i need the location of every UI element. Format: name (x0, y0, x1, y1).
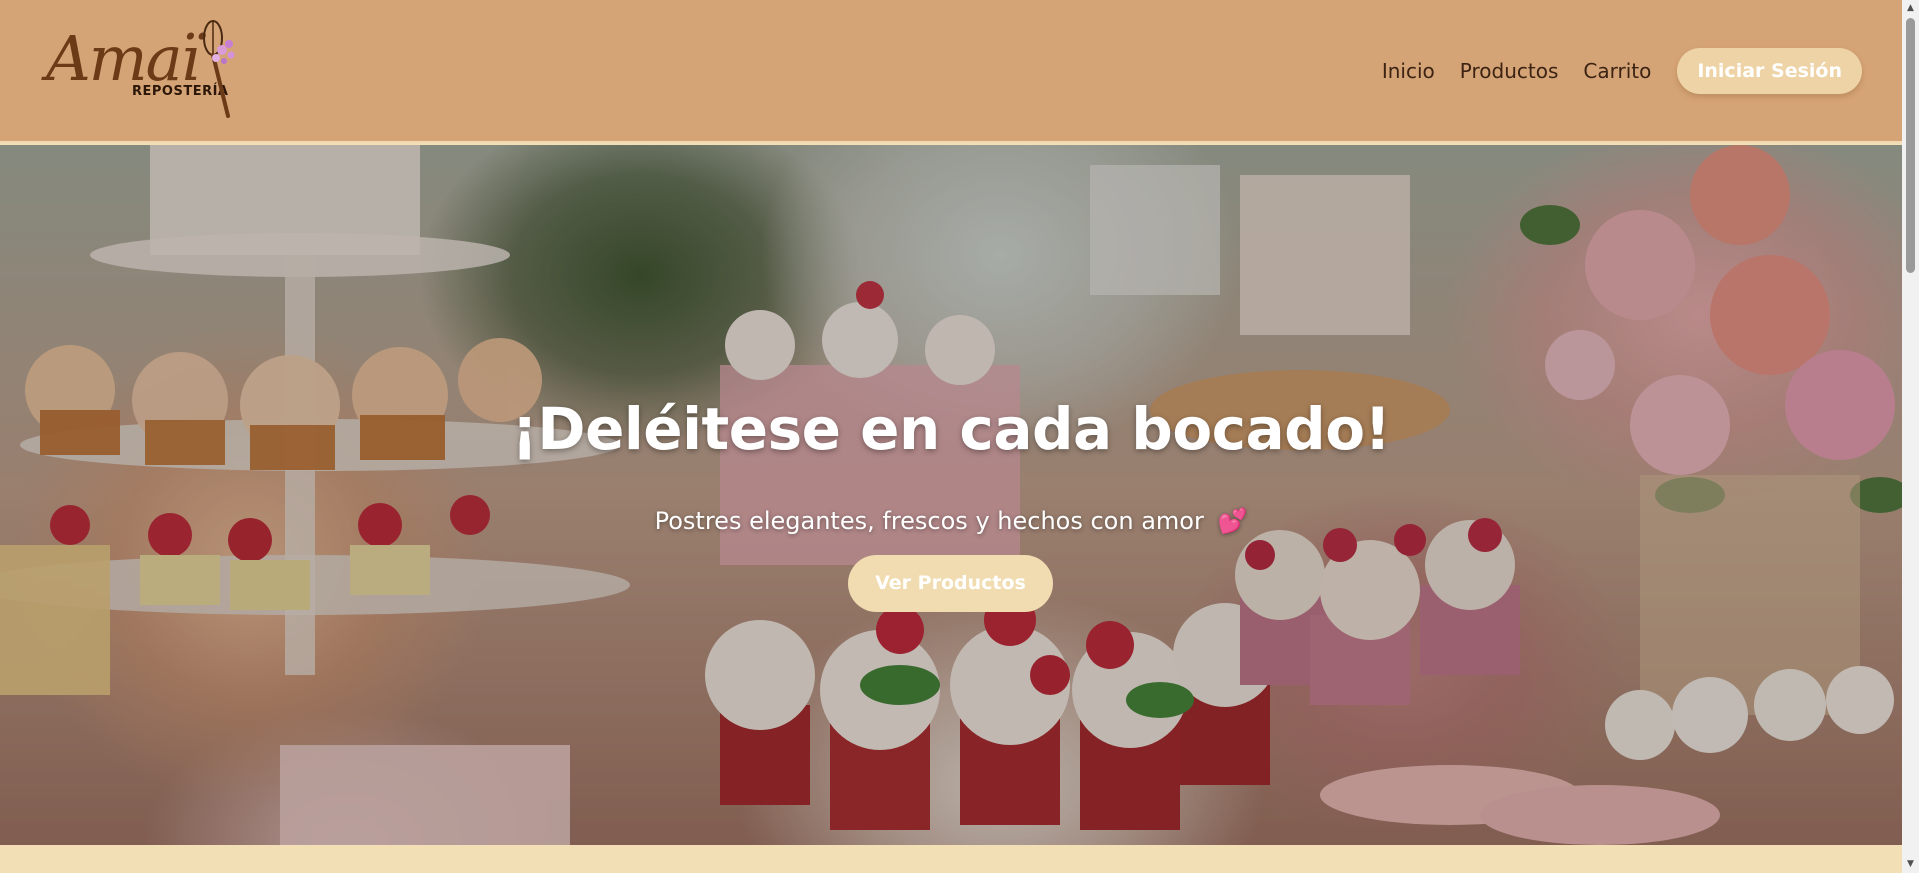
nav-link-inicio[interactable]: Inicio (1382, 59, 1435, 83)
brand-logo[interactable]: Amaï REPOSTERÍA (38, 18, 248, 122)
hero-title: ¡Deléitese en cada bocado! (511, 395, 1391, 463)
site-header: Amaï REPOSTERÍA Inicio Productos Carrito… (0, 0, 1902, 143)
scroll-up-icon[interactable]: ▲ (1902, 0, 1919, 17)
whisk-flower-icon (203, 20, 235, 118)
hero-subtitle: Postres elegantes, frescos y hechos con … (0, 507, 1902, 535)
login-button[interactable]: Iniciar Sesión (1677, 48, 1862, 94)
hero-section: ¡Deléitese en cada bocado! Postres elega… (0, 145, 1902, 845)
view-products-button[interactable]: Ver Productos (848, 555, 1053, 612)
hero-subtitle-text: Postres elegantes, frescos y hechos con … (654, 507, 1204, 535)
scroll-thumb[interactable] (1906, 18, 1915, 273)
nav-link-productos[interactable]: Productos (1460, 59, 1559, 83)
hero-content: ¡Deléitese en cada bocado! Postres elega… (0, 145, 1902, 845)
page: Amaï REPOSTERÍA Inicio Productos Carrito… (0, 0, 1919, 873)
main-nav: Inicio Productos Carrito Iniciar Sesión (1357, 48, 1862, 94)
next-section-edge (0, 845, 1902, 873)
hearts-icon: 💕 (1217, 507, 1248, 535)
scroll-down-icon[interactable]: ▼ (1902, 856, 1919, 873)
nav-link-carrito[interactable]: Carrito (1583, 59, 1651, 83)
page-scrollbar[interactable]: ▲ ▼ (1902, 0, 1919, 873)
